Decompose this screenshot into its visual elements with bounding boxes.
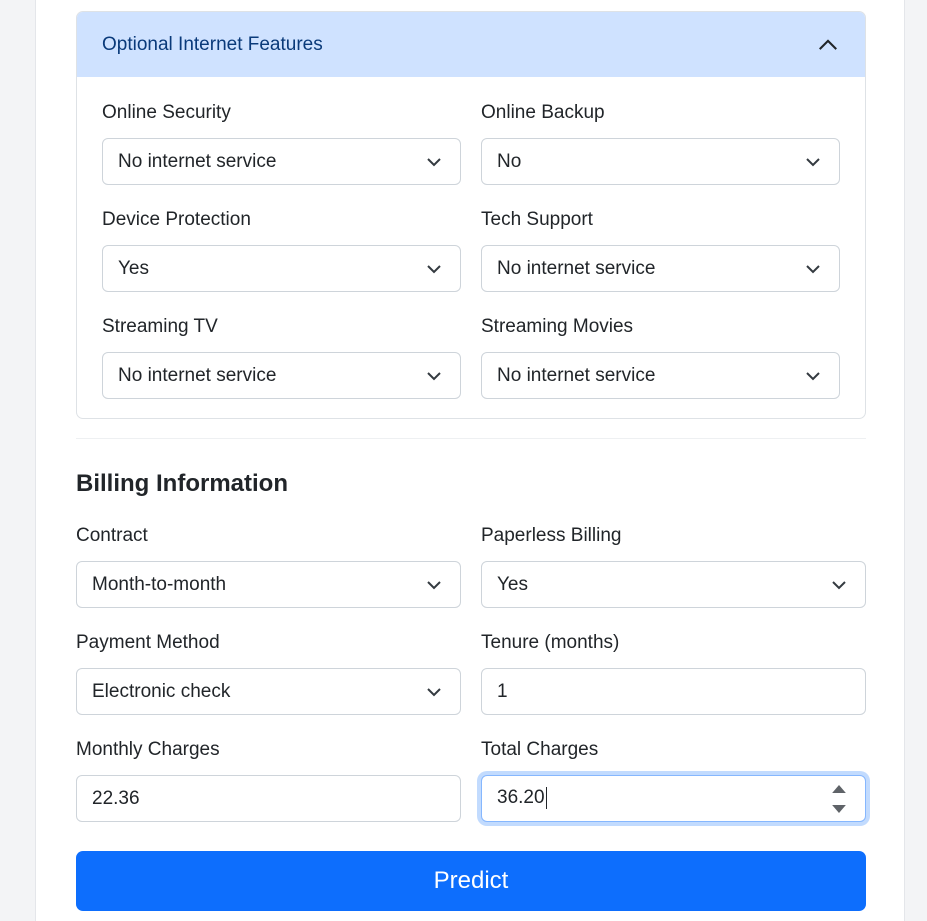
total-charges-text: 36.20	[497, 787, 547, 810]
streaming-movies-field: Streaming Movies No internet service	[481, 314, 840, 399]
streaming-tv-field: Streaming TV No internet service	[102, 314, 461, 399]
device-protection-label: Device Protection	[102, 209, 251, 230]
payment-method-select[interactable]: Electronic check	[76, 668, 461, 715]
contract-value: Month-to-month	[92, 573, 227, 595]
online-security-field: Online Security No internet service	[102, 100, 461, 185]
chevron-down-icon	[427, 264, 441, 273]
chevron-down-icon	[427, 580, 441, 589]
payment-method-value: Electronic check	[92, 680, 231, 702]
online-security-value: No internet service	[118, 150, 277, 172]
monthly-charges-value: 22.36	[92, 787, 140, 809]
tech-support-field: Tech Support No internet service	[481, 207, 840, 292]
monthly-charges-input[interactable]: 22.36	[76, 775, 461, 822]
chevron-down-icon	[806, 264, 820, 273]
optional-internet-features-accordion: Optional Internet Features Online Securi…	[76, 11, 866, 419]
streaming-movies-label: Streaming Movies	[481, 316, 634, 337]
contract-label: Contract	[76, 525, 148, 546]
total-charges-label: Total Charges	[481, 739, 599, 760]
chevron-up-icon	[819, 38, 837, 50]
spin-up-icon[interactable]	[831, 781, 847, 797]
paperless-billing-label: Paperless Billing	[481, 525, 622, 546]
tech-support-value: No internet service	[497, 257, 656, 279]
tech-support-label: Tech Support	[481, 209, 593, 230]
chevron-down-icon	[806, 157, 820, 166]
total-charges-input[interactable]: 36.20	[481, 775, 866, 822]
online-backup-field: Online Backup No	[481, 100, 840, 185]
contract-field: Contract Month-to-month	[76, 523, 461, 608]
tenure-input[interactable]: 1	[481, 668, 866, 715]
chevron-down-icon	[806, 371, 820, 380]
chevron-down-icon	[427, 157, 441, 166]
total-charges-value: 36.20	[497, 787, 545, 809]
total-charges-field: Total Charges 36.20	[481, 737, 866, 822]
online-backup-select[interactable]: No	[481, 138, 840, 185]
tenure-label: Tenure (months)	[481, 632, 620, 653]
text-caret	[545, 787, 547, 810]
device-protection-field: Device Protection Yes	[102, 207, 461, 292]
device-protection-select[interactable]: Yes	[102, 245, 461, 292]
online-backup-value: No	[497, 150, 522, 172]
streaming-tv-select[interactable]: No internet service	[102, 352, 461, 399]
spin-down-icon[interactable]	[831, 801, 847, 817]
paperless-billing-field: Paperless Billing Yes	[481, 523, 866, 608]
online-backup-label: Online Backup	[481, 102, 605, 123]
payment-method-label: Payment Method	[76, 632, 220, 653]
accordion-header[interactable]: Optional Internet Features	[77, 12, 865, 77]
number-spinner[interactable]	[831, 781, 847, 817]
streaming-movies-select[interactable]: No internet service	[481, 352, 840, 399]
monthly-charges-field: Monthly Charges 22.36	[76, 737, 461, 822]
payment-method-field: Payment Method Electronic check	[76, 630, 461, 715]
section-divider	[76, 438, 866, 439]
tenure-field: Tenure (months) 1	[481, 630, 866, 715]
contract-select[interactable]: Month-to-month	[76, 561, 461, 608]
accordion-title: Optional Internet Features	[102, 33, 323, 55]
chevron-down-icon	[832, 580, 846, 589]
monthly-charges-label: Monthly Charges	[76, 739, 220, 760]
paperless-billing-value: Yes	[497, 573, 528, 595]
chevron-down-icon	[427, 371, 441, 380]
tenure-value: 1	[497, 680, 508, 702]
billing-section-title: Billing Information	[76, 470, 288, 497]
predict-button[interactable]: Predict	[76, 851, 866, 911]
tech-support-select[interactable]: No internet service	[481, 245, 840, 292]
form-card: Optional Internet Features Online Securi…	[35, 0, 905, 921]
paperless-billing-select[interactable]: Yes	[481, 561, 866, 608]
online-security-select[interactable]: No internet service	[102, 138, 461, 185]
streaming-tv-value: No internet service	[118, 364, 277, 386]
streaming-movies-value: No internet service	[497, 364, 656, 386]
chevron-down-icon	[427, 687, 441, 696]
streaming-tv-label: Streaming TV	[102, 316, 218, 337]
device-protection-value: Yes	[118, 257, 149, 279]
online-security-label: Online Security	[102, 102, 231, 123]
